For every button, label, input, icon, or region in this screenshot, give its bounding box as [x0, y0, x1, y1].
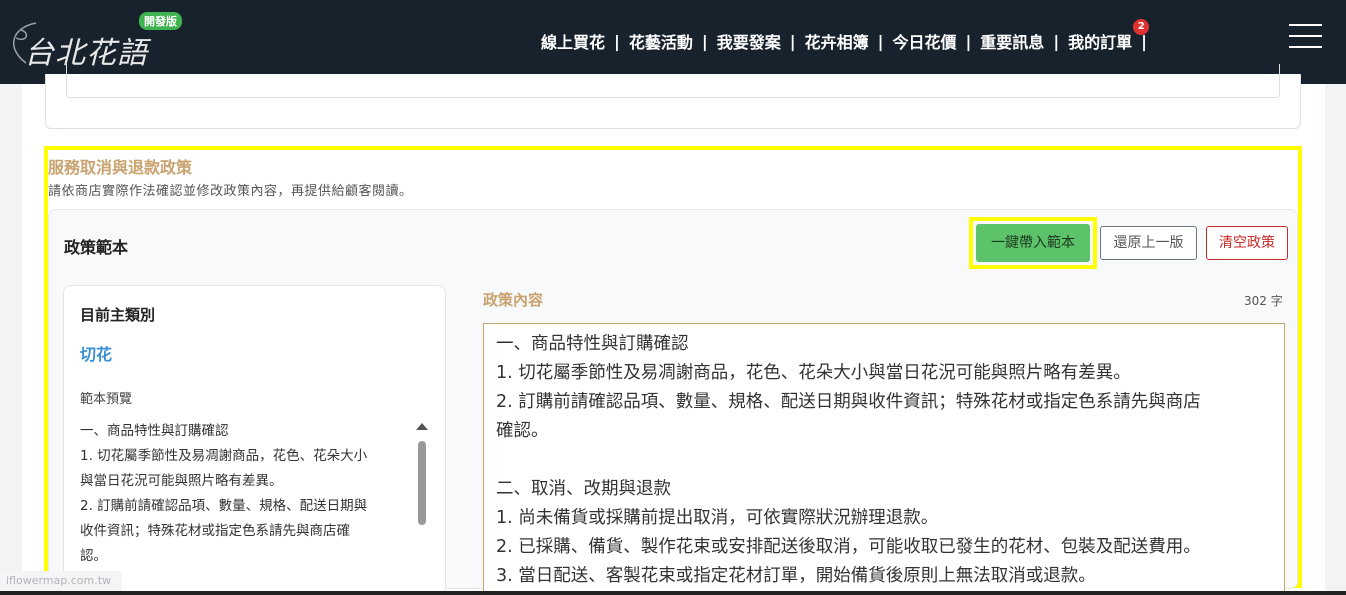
- status-url-watermark: iflowermap.com.tw: [0, 571, 122, 591]
- refund-policy-section: 服務取消與退款政策 請依商店實際作法確認並修改政策內容，再提供給顧客閱讀。 政策…: [44, 146, 1302, 595]
- section-description: 請依商店實際作法確認並修改政策內容，再提供給顧客閱讀。: [48, 184, 413, 199]
- content-line: 3. 當日配送、客製花束或指定花材訂單，開始備貨後原則上無法取消或退款。: [496, 566, 1096, 586]
- policy-template-card: 政策範本 一鍵帶入範本 還原上一版 清空政策 目前主類別 切花 範本預覽 一、商…: [48, 209, 1298, 595]
- nav-today-prices[interactable]: 今日花價: [883, 29, 965, 53]
- nav-important-news[interactable]: 重要訊息: [971, 29, 1053, 53]
- hamburger-menu-icon[interactable]: [1289, 24, 1322, 48]
- content-line: 一、商品特性與訂購確認: [496, 334, 689, 354]
- preview-line: 收件資訊；特殊花材或指定色系請先與商店確: [80, 523, 350, 539]
- preview-line: 2. 訂購前請確認品項、數量、規格、配送日期與: [80, 498, 368, 514]
- nav-my-orders[interactable]: 我的訂單 2: [1059, 19, 1150, 53]
- previous-card: [45, 64, 1301, 129]
- previous-card-inner: [66, 64, 1280, 98]
- category-value: 切花: [80, 345, 113, 364]
- content-blank-line: [496, 446, 1272, 475]
- category-label: 目前主類別: [80, 306, 156, 324]
- scroll-thumb[interactable]: [418, 441, 426, 525]
- template-label: 政策範本: [64, 238, 129, 257]
- preview-line: 1. 切花屬季節性及易凋謝商品，花色、花朵大小: [80, 448, 368, 464]
- page-content: 服務取消與退款政策 請依商店實際作法確認並修改政策內容，再提供給顧客閱讀。 政策…: [22, 64, 1325, 595]
- char-count: 302 字: [1244, 294, 1283, 308]
- restore-previous-button[interactable]: 還原上一版: [1100, 226, 1197, 260]
- content-line: 1. 尚未備貨或採購前提出取消，可依實際狀況辦理退款。: [496, 508, 939, 528]
- apply-button-highlight: 一鍵帶入範本: [969, 217, 1097, 269]
- content-line: 2. 已採購、備貨、製作花束或安排配送後取消，可能收取已發生的花材、包裝及配送費…: [496, 537, 1201, 557]
- section-title: 服務取消與退款政策: [48, 158, 193, 177]
- apply-template-button[interactable]: 一鍵帶入範本: [976, 224, 1090, 262]
- template-preview-panel: 目前主類別 切花 範本預覽 一、商品特性與訂購確認 1. 切花屬季節性及易凋謝商…: [63, 285, 446, 595]
- window-bottom-edge: [0, 591, 1346, 595]
- preview-text: 一、商品特性與訂購確認 1. 切花屬季節性及易凋謝商品，花色、花朵大小 與當日花…: [80, 419, 415, 569]
- preview-line: 與當日花況可能與照片略有差異。: [80, 473, 283, 489]
- policy-content-label: 政策內容: [483, 291, 544, 309]
- content-line: 二、取消、改期與退款: [496, 479, 671, 499]
- main-nav: 線上買花 | 花藝活動 | 我要發案 | 花卉相簿 | 今日花價 | 重要訊息 …: [532, 19, 1150, 54]
- preview-line: 一、商品特性與訂購確認: [80, 423, 229, 439]
- policy-content-textarea[interactable]: 一、商品特性與訂購確認 1. 切花屬季節性及易凋謝商品，花色、花朵大小與當日花況…: [483, 323, 1285, 595]
- nav-flower-album[interactable]: 花卉相簿: [796, 29, 878, 53]
- content-line: 2. 訂購前請確認品項、數量、規格、配送日期與收件資訊；特殊花材或指定色系請先與…: [496, 392, 1201, 412]
- preview-label: 範本預覽: [80, 392, 133, 407]
- nav-floral-events[interactable]: 花藝活動: [620, 29, 702, 53]
- clear-policy-button[interactable]: 清空政策: [1206, 226, 1288, 260]
- preview-line: 認。: [80, 548, 107, 564]
- content-line: 1. 切花屬季節性及易凋謝商品，花色、花朵大小與當日花況可能與照片略有差異。: [496, 363, 1131, 383]
- nav-post-job[interactable]: 我要發案: [708, 29, 790, 53]
- dev-version-badge: 開發版: [139, 12, 182, 30]
- nav-my-orders-label: 我的訂單: [1068, 33, 1133, 52]
- scroll-up-arrow-icon[interactable]: [416, 423, 428, 430]
- preview-scrollbar[interactable]: [415, 419, 429, 594]
- nav-buy-flowers[interactable]: 線上買花: [532, 29, 614, 53]
- content-line: 確認。: [496, 421, 549, 441]
